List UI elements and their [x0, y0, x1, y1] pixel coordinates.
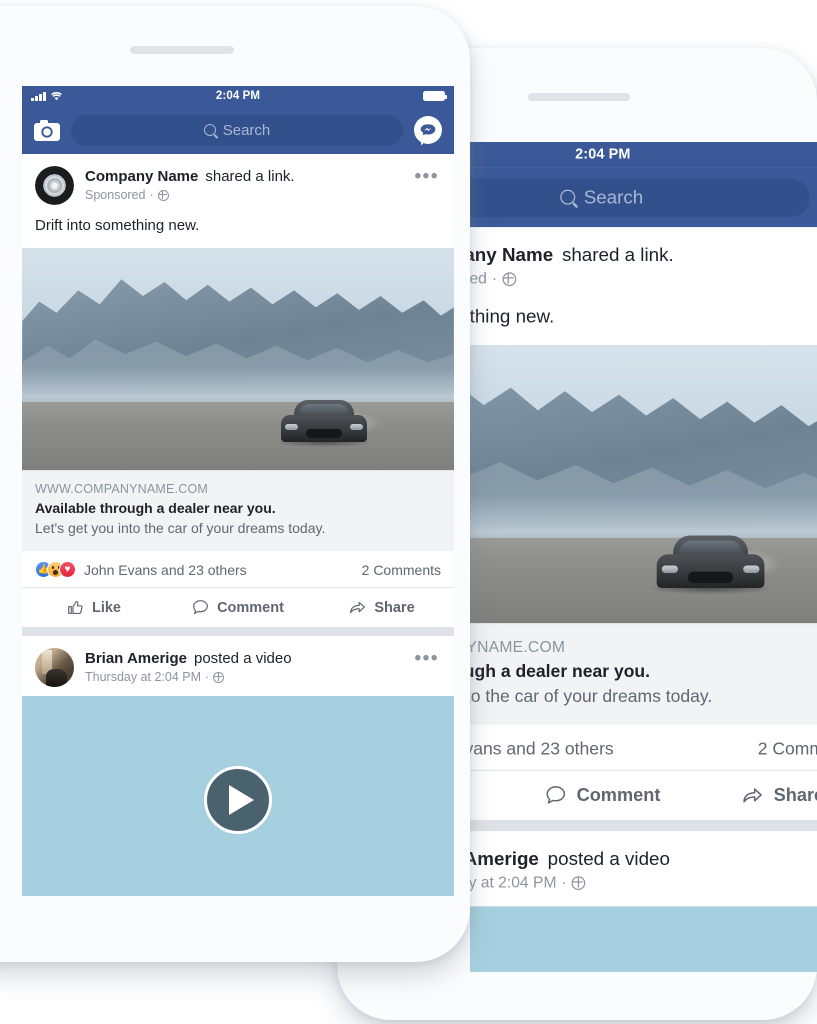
- link-description-front: Let's get you into the car of your dream…: [35, 520, 326, 536]
- feed-divider-back: [470, 819, 817, 832]
- video-post-front: Brian Amerige posted a video Thursday at …: [22, 636, 454, 896]
- post-sponsored-label-front: Sponsored: [85, 188, 146, 202]
- share-arrow-icon: [350, 601, 366, 614]
- screenshot-stage: 2:04 PM Search ny Name shared a link. ed…: [0, 0, 817, 1024]
- camera-icon[interactable]: [34, 119, 60, 141]
- reaction-summary-front[interactable]: John Evans and 23 others: [84, 562, 247, 578]
- reaction-bar-back: 👍 ♥ John Evans and 23 others 2 Comments: [470, 725, 817, 770]
- link-preview-back[interactable]: WWW.COMPANYNAME.COM Available through a …: [470, 623, 817, 725]
- search-placeholder-back: Search: [583, 186, 644, 208]
- speaker-grille-back: [528, 93, 630, 101]
- phone-screen-front: 2:04 PM Search Company Name shared a lin…: [22, 86, 454, 896]
- battery-full-icon: [423, 91, 448, 101]
- comment-bubble-icon: [193, 600, 208, 615]
- reaction-icons-front[interactable]: 👍 ♥: [35, 561, 76, 578]
- brian-amerige-avatar[interactable]: [35, 648, 74, 687]
- reaction-bar-front: 👍 ♥ John Evans and 23 others 2 Comments: [22, 551, 454, 587]
- car-on-desert-photo[interactable]: [22, 248, 454, 470]
- video-post-header-front: Brian Amerige posted a video Thursday at …: [22, 636, 454, 696]
- video-post-timestamp-front: Thursday at 2:04 PM: [85, 670, 202, 684]
- action-bar-front: Like Comment Share: [22, 587, 454, 627]
- video-post-timestamp-back: Thursday at 2:04 PM: [470, 873, 557, 892]
- comment-button-label-back: Comment: [576, 785, 661, 806]
- globe-icon: [502, 272, 516, 287]
- comment-button-back[interactable]: Comment: [513, 771, 693, 820]
- video-player-back[interactable]: [470, 906, 817, 972]
- link-title-back: Available through a dealer near you.: [470, 660, 651, 681]
- comment-button-label-front: Comment: [217, 599, 284, 616]
- ellipsis-icon[interactable]: •••: [407, 648, 441, 668]
- search-placeholder-front: Search: [222, 121, 271, 139]
- speaker-grille-front: [130, 46, 234, 54]
- video-post-back: Brian Amerige posted a video Thursday at …: [470, 831, 817, 972]
- video-post-author-front[interactable]: Brian Amerige: [85, 650, 187, 667]
- link-url-back: WWW.COMPANYNAME.COM: [470, 638, 566, 656]
- messenger-icon[interactable]: [414, 116, 442, 144]
- link-description-back: Let's get you into the car of your dream…: [470, 685, 713, 706]
- link-url-front: WWW.COMPANYNAME.COM: [35, 482, 209, 496]
- reaction-summary-back[interactable]: John Evans and 23 others: [470, 738, 614, 758]
- video-post-header-back: Brian Amerige posted a video Thursday at …: [470, 831, 817, 906]
- status-bar-back: 2:04 PM: [470, 142, 817, 168]
- post-author-front[interactable]: Company Name: [85, 168, 198, 185]
- nav-bar-back: Search: [470, 167, 817, 228]
- action-bar-back: Like Comment Share: [470, 769, 817, 820]
- like-button-label-front: Like: [91, 599, 121, 616]
- share-button-label-front: Share: [374, 599, 415, 616]
- nav-bar-front: Search: [22, 106, 454, 154]
- comment-button-front[interactable]: Comment: [166, 588, 310, 627]
- post-action-back: shared a link.: [561, 244, 674, 267]
- like-button-front[interactable]: Like: [22, 588, 166, 627]
- globe-icon: [157, 190, 169, 201]
- post-action-front: shared a link.: [205, 168, 295, 185]
- comment-count-back[interactable]: 2 Comments: [758, 738, 817, 758]
- thumbs-up-icon: [68, 600, 83, 615]
- sponsored-post-back: Company Nameshared a link. Sponsored · •…: [470, 227, 817, 820]
- sponsored-post-front: Company Name shared a link. Sponsored · •…: [22, 154, 454, 627]
- video-post-action-front: posted a video: [193, 650, 292, 667]
- like-button-back[interactable]: Like: [470, 771, 513, 820]
- search-icon: [559, 189, 575, 205]
- car-on-desert-photo[interactable]: [470, 344, 817, 624]
- comment-count-front[interactable]: 2 Comments: [362, 562, 441, 578]
- share-button-label-back: Share: [773, 785, 817, 806]
- video-post-action-back: posted a video: [547, 848, 670, 870]
- globe-icon: [213, 672, 225, 683]
- globe-icon: [571, 876, 586, 891]
- love-reaction-icon: ♥: [59, 561, 76, 578]
- status-bar-front: 2:04 PM: [22, 86, 454, 106]
- ellipsis-icon[interactable]: •••: [407, 166, 441, 186]
- search-input-front[interactable]: Search: [71, 114, 403, 146]
- post-header-front: Company Name shared a link. Sponsored · •…: [22, 154, 454, 214]
- video-post-author-back[interactable]: Brian Amerige: [470, 849, 539, 870]
- post-author-back[interactable]: Company Name: [470, 245, 553, 266]
- post-body-text-front: Drift into something new.: [35, 217, 200, 234]
- company-wheel-avatar[interactable]: [35, 166, 74, 205]
- link-title-front: Available through a dealer near you.: [35, 500, 276, 516]
- status-bar-time-back: 2:04 PM: [575, 147, 631, 163]
- comment-bubble-icon: [546, 786, 566, 804]
- play-button-icon[interactable]: [204, 766, 272, 834]
- status-bar-time-front: 2:04 PM: [215, 90, 261, 102]
- phone-screen-back: 2:04 PM Search ny Name shared a link. ed…: [470, 142, 817, 972]
- post-header-back: Company Nameshared a link. Sponsored · •…: [470, 227, 817, 302]
- phone-device-front: 2:04 PM Search Company Name shared a lin…: [0, 6, 470, 962]
- share-arrow-icon: [743, 788, 763, 803]
- post-sponsored-label-back: Sponsored: [470, 269, 487, 288]
- feed-divider-front: [22, 627, 454, 636]
- share-button-front[interactable]: Share: [310, 588, 454, 627]
- share-button-back[interactable]: Share: [693, 771, 817, 820]
- search-icon: [203, 124, 216, 136]
- link-preview-front[interactable]: WWW.COMPANYNAME.COM Available through a …: [22, 470, 454, 551]
- video-player-front[interactable]: [22, 696, 454, 896]
- post-body-text-back: Drift into something new.: [470, 306, 555, 328]
- search-input-back[interactable]: Search: [470, 177, 810, 217]
